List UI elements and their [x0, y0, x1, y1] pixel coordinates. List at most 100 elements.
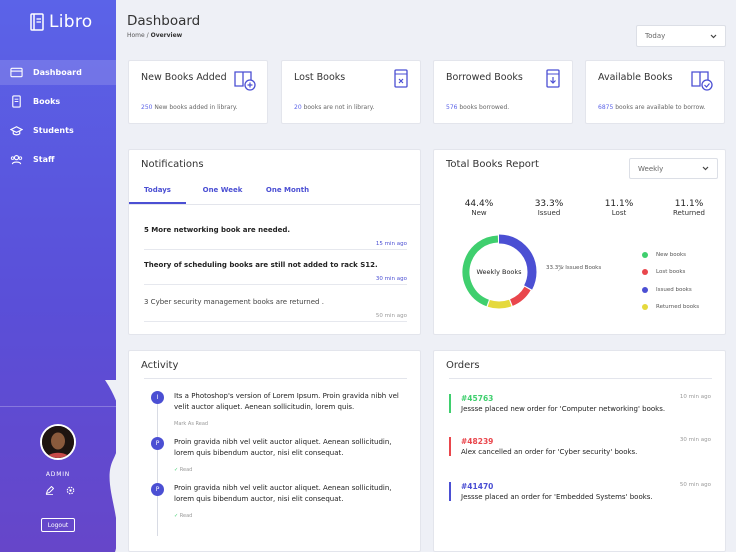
stat-value: 6875 [598, 104, 614, 111]
legend-item-lost: Lost books [642, 264, 699, 282]
activity-title: Activity [141, 360, 179, 371]
stat-percent: 11.1% [674, 199, 704, 209]
stat-description: 20 books are not in library. [294, 104, 374, 111]
activity-read-row: ✓ Read [174, 465, 404, 476]
order-time: 10 min ago [679, 394, 711, 400]
stat-description: 576 books borrowed. [446, 104, 509, 111]
order-item[interactable]: #41470 Jessse placed an order for 'Embed… [449, 482, 711, 501]
books-donut-chart: Weekly Books 33.3% Issued Books [461, 234, 601, 310]
sidebar-divider [0, 406, 116, 407]
order-id[interactable]: #48239 [461, 437, 711, 446]
notification-item[interactable]: 5 More networking book are needed. 15 mi… [144, 226, 407, 250]
activity-header-divider [144, 378, 407, 379]
sidebar-item-students[interactable]: Students [0, 118, 116, 143]
stat-percent: 44.4% [464, 199, 494, 209]
legend-item-returned: Returned books [642, 299, 699, 317]
report-period-dropdown[interactable]: Weekly [629, 158, 718, 179]
stat-description: 6875 books are available to borrow. [598, 104, 706, 111]
sidebar-item-label: Students [33, 126, 74, 135]
edit-icon[interactable] [45, 486, 54, 495]
stat-label: Issued [537, 209, 561, 217]
stat-text: books are available to borrow. [615, 104, 706, 111]
period-dropdown[interactable]: Today [636, 25, 726, 47]
order-text: Jessse placed new order for 'Computer ne… [461, 405, 666, 413]
order-id[interactable]: #45763 [461, 394, 711, 403]
stat-card-lost-books[interactable]: Lost Books 20 books are not in library. [281, 60, 421, 124]
notification-time: 30 min ago [375, 276, 407, 282]
breadcrumb-home[interactable]: Home [127, 32, 145, 39]
tab-todays[interactable]: Todays [129, 178, 186, 204]
stat-label: Lost [611, 209, 627, 217]
stat-card-new-books[interactable]: New Books Added 250 New books added in l… [128, 60, 268, 124]
report-stat-new: 44.4% New [444, 199, 514, 217]
notification-text: 3 Cyber security management books are re… [144, 298, 324, 306]
activity-item[interactable]: Proin gravida nibh vel velit auctor aliq… [174, 437, 404, 476]
activity-timeline-line [157, 391, 158, 536]
notifications-title: Notifications [141, 159, 204, 170]
sidebar-item-dashboard[interactable]: Dashboard [0, 60, 116, 85]
stat-percent: 11.1% [604, 199, 634, 209]
gear-icon[interactable] [66, 486, 75, 495]
legend-dot [642, 269, 648, 276]
user-role: ADMIN [45, 471, 71, 478]
report-stat-lost: 11.1% Lost [584, 199, 654, 217]
notification-text: 5 More networking book are needed. [144, 226, 290, 234]
donut-center-label: Weekly Books [476, 268, 522, 276]
book-check-icon [691, 71, 713, 91]
tab-one-month[interactable]: One Month [259, 178, 316, 204]
avatar[interactable] [40, 424, 76, 460]
page-title: Dashboard [127, 13, 201, 29]
legend-label: New books [656, 251, 687, 258]
logo[interactable]: Libro [30, 12, 93, 32]
sidebar-nav: Dashboard Books Students Staff [0, 60, 116, 176]
stat-value: 20 [294, 104, 302, 111]
activity-badge: P [151, 437, 164, 450]
stat-title: New Books Added [141, 72, 227, 83]
notifications-panel: Notifications Todays One Week One Month … [128, 149, 421, 335]
legend-dot [642, 251, 648, 258]
avatar-image [42, 426, 74, 458]
activity-status[interactable]: Mark As Read [174, 419, 404, 430]
sidebar-item-staff[interactable]: Staff [0, 147, 116, 172]
books-report-panel: Total Books Report Weekly 44.4% New 33.3%… [433, 149, 726, 335]
period-dropdown-value: Today [645, 32, 666, 40]
activity-status: Read [179, 513, 193, 519]
legend-item-new: New books [642, 246, 699, 264]
card-icon [10, 67, 23, 78]
tab-one-week[interactable]: One Week [194, 178, 251, 204]
activity-text: Proin gravida nibh vel velit auctor aliq… [174, 484, 392, 503]
legend-label: Lost books [656, 269, 686, 276]
users-icon [10, 155, 23, 165]
stat-text: New books added in library. [154, 104, 238, 111]
stat-title: Available Books [598, 72, 673, 83]
logout-button[interactable]: Logout [41, 518, 75, 532]
sidebar-item-label: Dashboard [33, 68, 82, 77]
app-name: Libro [49, 12, 93, 32]
stat-card-borrowed-books[interactable]: Borrowed Books 576 books borrowed. [433, 60, 573, 124]
activity-badge: P [151, 483, 164, 496]
book-add-icon [234, 71, 256, 91]
notification-time: 50 min ago [375, 313, 407, 319]
notification-time: 15 min ago [375, 241, 407, 247]
chevron-down-icon [702, 166, 709, 171]
main-content: Dashboard Home / Overview Today New Book… [116, 0, 736, 552]
notification-item[interactable]: 3 Cyber security management books are re… [144, 298, 407, 322]
notification-item[interactable]: Theory of scheduling books are still not… [144, 261, 407, 285]
orders-title: Orders [446, 360, 480, 371]
legend-label: Issued books [656, 286, 692, 293]
activity-item[interactable]: Its a Photoshop's version of Lorem Ipsum… [174, 391, 404, 430]
activity-item[interactable]: Proin gravida nibh vel velit auctor aliq… [174, 483, 404, 522]
report-stats: 44.4% New 33.3% Issued 11.1% Lost 11.1% Retu… [444, 199, 724, 217]
legend-item-issued: Issued books [642, 281, 699, 299]
stat-card-available-books[interactable]: Available Books 6875 books are available… [585, 60, 725, 124]
order-item[interactable]: #45763 Jessse placed new order for 'Comp… [449, 394, 711, 413]
report-stat-returned: 11.1% Returned [654, 199, 724, 217]
stat-text: books are not in library. [303, 104, 375, 111]
order-item[interactable]: #48239 Alex cancelled an order for 'Cybe… [449, 437, 711, 456]
report-stat-issued: 33.3% Issued [514, 199, 584, 217]
activity-text: Its a Photoshop's version of Lorem Ipsum… [174, 392, 399, 411]
breadcrumb-separator: / [146, 32, 149, 39]
activity-status: Read [179, 467, 193, 473]
sidebar-item-books[interactable]: Books [0, 89, 116, 114]
order-id[interactable]: #41470 [461, 482, 711, 491]
